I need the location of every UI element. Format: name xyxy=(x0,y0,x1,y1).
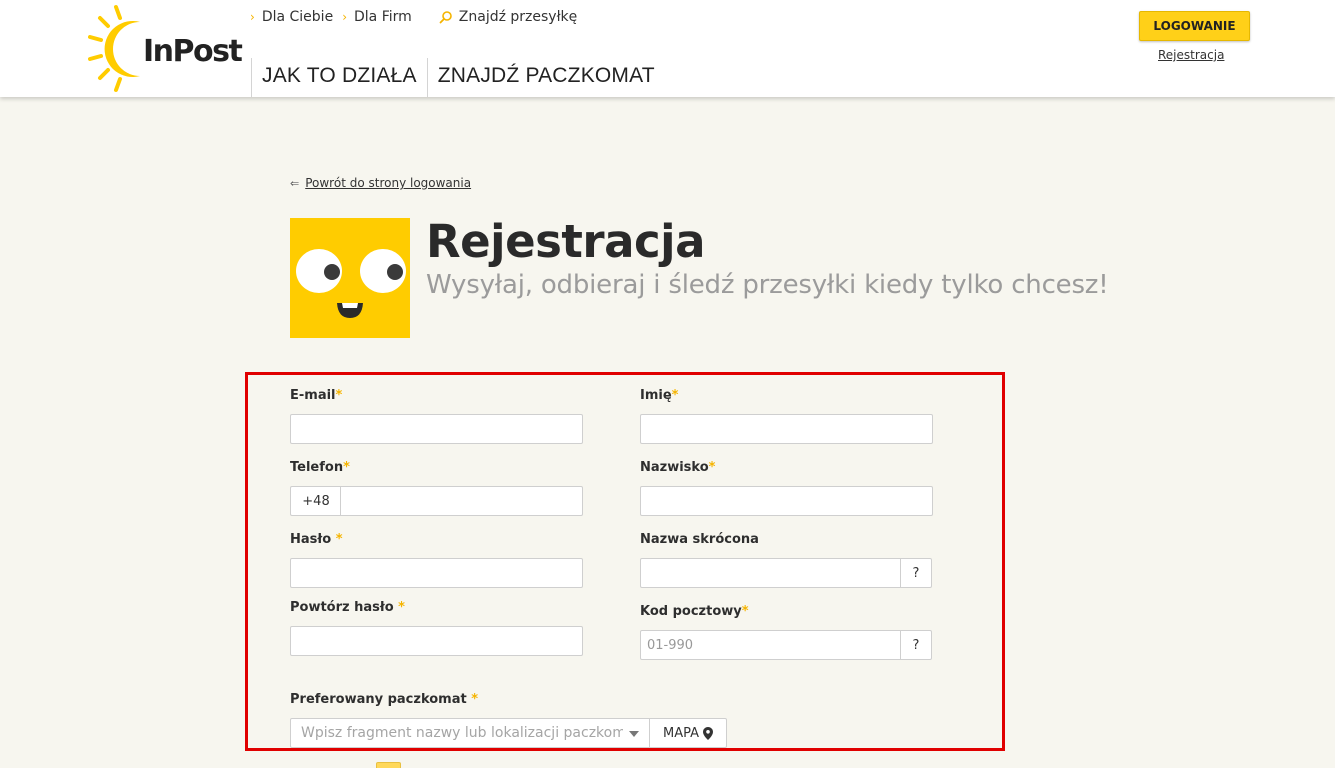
short-name-help-button[interactable]: ? xyxy=(900,558,932,588)
nav-find-locker[interactable]: ZNAJDŹ PACZKOMAT xyxy=(426,58,665,97)
back-link-label: Powrót do strony logowania xyxy=(305,176,472,190)
top-link-dla-ciebie[interactable]: › Dla Ciebie xyxy=(250,9,333,25)
nav-how-it-works[interactable]: JAK TO DZIAŁA xyxy=(251,58,427,97)
email-field[interactable] xyxy=(290,414,583,444)
top-link-label: Znajdź przesyłkę xyxy=(458,9,578,25)
last-name-label: Nazwisko* xyxy=(640,460,716,475)
chevron-right-icon: › xyxy=(250,10,255,24)
phone-label: Telefon* xyxy=(290,460,350,475)
chevron-right-icon: › xyxy=(342,10,347,24)
arrow-left-icon: ⇐ xyxy=(290,176,300,190)
inpost-logo[interactable]: InPost xyxy=(88,4,248,94)
last-name-field[interactable] xyxy=(640,486,933,516)
top-link-label: Dla Ciebie xyxy=(261,9,334,25)
short-name-field[interactable] xyxy=(640,558,901,588)
password-field[interactable] xyxy=(290,558,583,588)
postal-code-field[interactable]: 01-990 xyxy=(640,630,901,660)
map-button-label: MAPA xyxy=(662,725,699,741)
back-to-login-link[interactable]: ⇐ Powrót do strony logowania xyxy=(290,176,471,190)
email-label: E-mail* xyxy=(290,388,343,403)
mascot-image xyxy=(290,218,410,338)
first-name-label: Imię* xyxy=(640,388,679,403)
submit-button-partial[interactable] xyxy=(376,762,401,768)
top-link-track-parcel[interactable]: Znajdź przesyłkę xyxy=(421,9,578,25)
locker-label: Preferowany paczkomat * xyxy=(290,692,479,707)
locker-placeholder: Wpisz fragment nazwy lub lokalizacji pac… xyxy=(301,725,623,741)
site-header: InPost › Dla Ciebie › Dla Firm Znajdź pr… xyxy=(0,0,1335,97)
short-name-label: Nazwa skrócona xyxy=(640,532,759,547)
map-pin-icon xyxy=(703,726,713,740)
logo-wordmark: InPost xyxy=(143,34,242,69)
password-label: Hasło * xyxy=(290,532,343,547)
sun-crescent xyxy=(104,21,140,78)
login-button[interactable]: LOGOWANIE xyxy=(1139,11,1250,41)
postal-code-help-button[interactable]: ? xyxy=(900,630,932,660)
phone-field[interactable] xyxy=(340,486,583,516)
caret-down-icon xyxy=(629,731,639,737)
map-button[interactable]: MAPA xyxy=(649,718,727,748)
first-name-field[interactable] xyxy=(640,414,933,444)
page-subtitle: Wysyłaj, odbieraj i śledź przesyłki kied… xyxy=(426,270,1109,300)
search-icon xyxy=(439,11,452,24)
repeat-password-field[interactable] xyxy=(290,626,583,656)
repeat-password-label: Powtórz hasło * xyxy=(290,600,405,615)
register-link[interactable]: Rejestracja xyxy=(1158,48,1224,62)
page-title: Rejestracja xyxy=(426,215,705,268)
top-links: › Dla Ciebie › Dla Firm Znajdź przesyłkę xyxy=(250,9,586,25)
top-link-dla-firm[interactable]: › Dla Firm xyxy=(342,9,412,25)
top-link-label: Dla Firm xyxy=(354,9,412,25)
postal-code-label: Kod pocztowy* xyxy=(640,604,749,619)
phone-prefix: +48 xyxy=(290,486,341,516)
locker-search-select[interactable]: Wpisz fragment nazwy lub lokalizacji pac… xyxy=(290,718,650,748)
main-nav: JAK TO DZIAŁA ZNAJDŹ PACZKOMAT xyxy=(251,58,665,97)
